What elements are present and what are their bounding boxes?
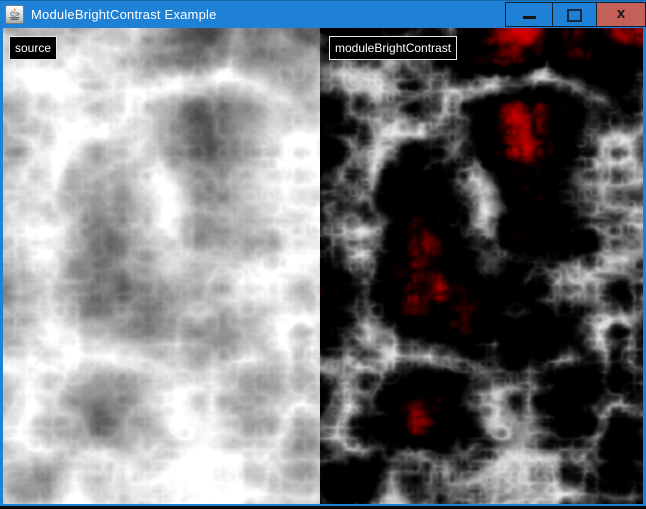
coffee-cup-glyph [8,8,21,21]
titlebar[interactable]: ModuleBrightContrast Example x [0,1,646,28]
maximize-button[interactable] [553,2,597,27]
java-coffee-cup-icon[interactable] [5,5,24,24]
source-image [3,28,320,504]
minimize-button[interactable] [505,2,553,27]
minimize-icon [523,16,536,19]
window-title: ModuleBrightContrast Example [31,7,217,22]
modulebrightcontrast-panel: moduleBrightContrast [320,28,643,504]
source-panel: source [3,28,320,504]
maximize-icon [567,9,582,22]
source-label: source [9,36,57,60]
content-area: source moduleBrightContrast [3,28,643,504]
modulebrightcontrast-image [320,28,643,504]
close-icon: x [617,6,625,21]
window-controls: x [505,1,646,28]
modulebrightcontrast-label: moduleBrightContrast [329,36,457,60]
app-window: ModuleBrightContrast Example x source mo… [0,0,646,506]
close-button[interactable]: x [597,2,646,27]
